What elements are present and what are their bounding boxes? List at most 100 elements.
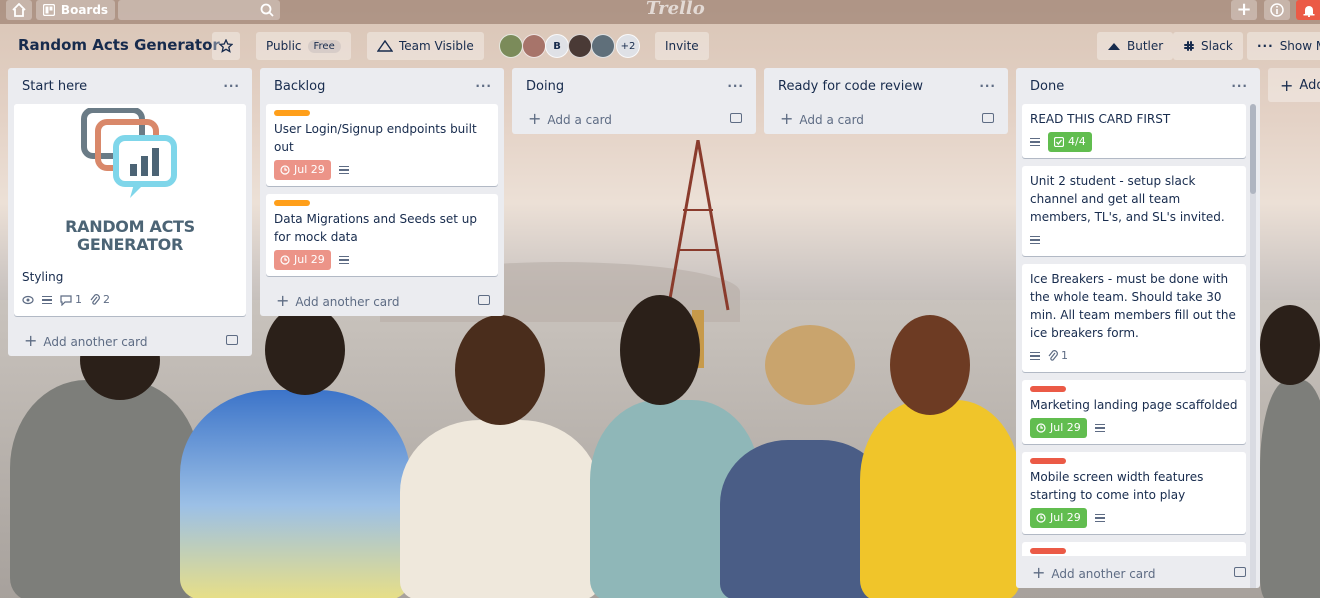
list-menu-icon[interactable]: ···	[727, 79, 744, 93]
card-list-scroll-area[interactable]: READ THIS CARD FIRST 4/4 Unit 2 student …	[1016, 104, 1260, 556]
card-label-orange	[274, 200, 310, 206]
home-button[interactable]	[6, 0, 32, 20]
card-user-login[interactable]: User Login/Signup endpoints built out Ju…	[266, 104, 498, 186]
show-menu-button[interactable]: ··· Show M	[1247, 32, 1320, 60]
clock-icon	[1036, 513, 1046, 523]
card-title: Unit 2 student - setup slack channel and…	[1030, 174, 1225, 224]
team-visible-button[interactable]: Team Visible	[367, 32, 484, 60]
comment-icon	[60, 294, 72, 306]
info-button[interactable]	[1264, 0, 1290, 20]
card-label-red	[1030, 548, 1066, 554]
checklist-count: 4/4	[1068, 135, 1086, 148]
due-date-badge[interactable]: Jul 29	[1030, 418, 1087, 438]
due-date-badge[interactable]: Jul 29	[274, 250, 331, 270]
list-done: Done ··· READ THIS CARD FIRST 4/4 Unit 2…	[1016, 68, 1260, 588]
description-icon	[338, 164, 349, 177]
checkbox-icon	[1054, 137, 1064, 147]
butler-button[interactable]: Butler	[1097, 32, 1174, 60]
list-title[interactable]: Start here	[22, 79, 87, 94]
star-button[interactable]	[212, 32, 240, 60]
add-card-button[interactable]: + Add a card	[764, 102, 1008, 134]
list-scrollbar[interactable]	[1250, 104, 1256, 588]
list-title[interactable]: Backlog	[274, 79, 325, 94]
more-members-badge[interactable]: +2	[616, 34, 640, 58]
add-card-button[interactable]: + Add another card	[1016, 556, 1260, 588]
card-template-icon[interactable]	[226, 335, 238, 345]
member-avatar-1[interactable]	[499, 34, 523, 58]
list-title[interactable]: Done	[1030, 79, 1064, 94]
list-header: Start here ···	[8, 68, 252, 104]
member-avatar-2[interactable]	[522, 34, 546, 58]
info-icon	[1270, 3, 1284, 17]
search-input[interactable]	[118, 0, 280, 20]
list-menu-icon[interactable]: ···	[979, 79, 996, 93]
slack-button[interactable]: Slack	[1173, 32, 1243, 60]
card-title: Mobile screen width features starting to…	[1030, 470, 1204, 502]
notifications-button[interactable]	[1296, 0, 1320, 20]
card-template-icon[interactable]	[730, 113, 742, 123]
card-template-icon[interactable]	[982, 113, 994, 123]
add-card-button[interactable]: + Add a card	[512, 102, 756, 134]
comment-count: 1	[75, 293, 82, 306]
top-navigation-bar: Boards Trello +	[0, 0, 1320, 24]
board-title[interactable]: Random Acts Generator	[18, 36, 220, 54]
card-ice-breakers[interactable]: Ice Breakers - must be done with the who…	[1022, 264, 1246, 372]
description-icon	[1094, 512, 1105, 525]
due-date-text: Jul 29	[1050, 421, 1081, 434]
plus-icon: +	[780, 108, 794, 128]
due-date-badge[interactable]: Jul 29	[274, 160, 331, 180]
list-title[interactable]: Ready for code review	[778, 79, 923, 94]
add-card-label: Add a card	[547, 112, 612, 127]
free-badge: Free	[307, 39, 341, 53]
add-card-button[interactable]: + Add another card	[260, 284, 504, 316]
add-card-button[interactable]: + Add another card	[8, 324, 252, 356]
description-icon	[1094, 422, 1105, 435]
show-menu-label: Show M	[1279, 39, 1320, 53]
plus-icon: +	[528, 108, 542, 128]
due-date-badge[interactable]: Jul 29	[1030, 508, 1087, 528]
invite-button[interactable]: Invite	[655, 32, 709, 60]
card-template-icon[interactable]	[1234, 567, 1246, 577]
card-label-orange	[274, 110, 310, 116]
boards-button[interactable]: Boards	[36, 0, 115, 20]
add-card-label: Add a card	[799, 112, 864, 127]
card-data-migrations[interactable]: Data Migrations and Seeds set up for moc…	[266, 194, 498, 276]
list-menu-icon[interactable]: ···	[475, 79, 492, 93]
card-slack-channel[interactable]: Unit 2 student - setup slack channel and…	[1022, 166, 1246, 256]
card-badges: 4/4	[1030, 132, 1238, 152]
card-title: Styling	[22, 270, 64, 284]
card-styling[interactable]: RANDOM ACTS GENERATOR Styling 1 2	[14, 104, 246, 316]
more-members-count: +2	[620, 40, 636, 52]
plus-icon: +	[24, 330, 38, 350]
home-icon	[12, 3, 26, 17]
more-icon: ···	[1257, 39, 1274, 53]
list-title[interactable]: Doing	[526, 79, 564, 94]
due-date-text: Jul 29	[294, 163, 325, 176]
card-mobile-screen-width[interactable]: Mobile screen width features starting to…	[1022, 452, 1246, 534]
list-backlog: Backlog ··· User Login/Signup endpoints …	[260, 68, 504, 316]
member-avatar-5[interactable]	[591, 34, 615, 58]
list-menu-icon[interactable]: ···	[223, 79, 240, 93]
description-icon	[1030, 136, 1040, 149]
card-partial-next[interactable]	[1022, 542, 1246, 556]
add-list-button[interactable]: + Add	[1268, 68, 1320, 102]
card-marketing-landing-page[interactable]: Marketing landing page scaffolded Jul 29	[1022, 380, 1246, 444]
card-label-red	[1030, 386, 1066, 392]
create-button[interactable]: +	[1231, 0, 1257, 20]
due-date-text: Jul 29	[294, 253, 325, 266]
member-avatar-4[interactable]	[568, 34, 592, 58]
list-menu-icon[interactable]: ···	[1231, 79, 1248, 93]
attachments-badge: 1	[1048, 347, 1068, 365]
card-read-this-first[interactable]: READ THIS CARD FIRST 4/4	[1022, 104, 1246, 158]
search-icon[interactable]	[260, 3, 274, 17]
card-template-icon[interactable]	[478, 295, 490, 305]
description-icon	[1030, 234, 1040, 247]
eye-icon	[22, 295, 34, 305]
trello-logo[interactable]: Trello	[646, 0, 705, 19]
team-visible-label: Team Visible	[399, 39, 474, 53]
card-badges: Jul 29	[274, 250, 490, 270]
member-avatar-3[interactable]: B	[545, 34, 569, 58]
list-scrollbar-thumb[interactable]	[1250, 104, 1256, 194]
member-initial: B	[553, 40, 561, 52]
visibility-button[interactable]: Public Free	[256, 32, 351, 60]
